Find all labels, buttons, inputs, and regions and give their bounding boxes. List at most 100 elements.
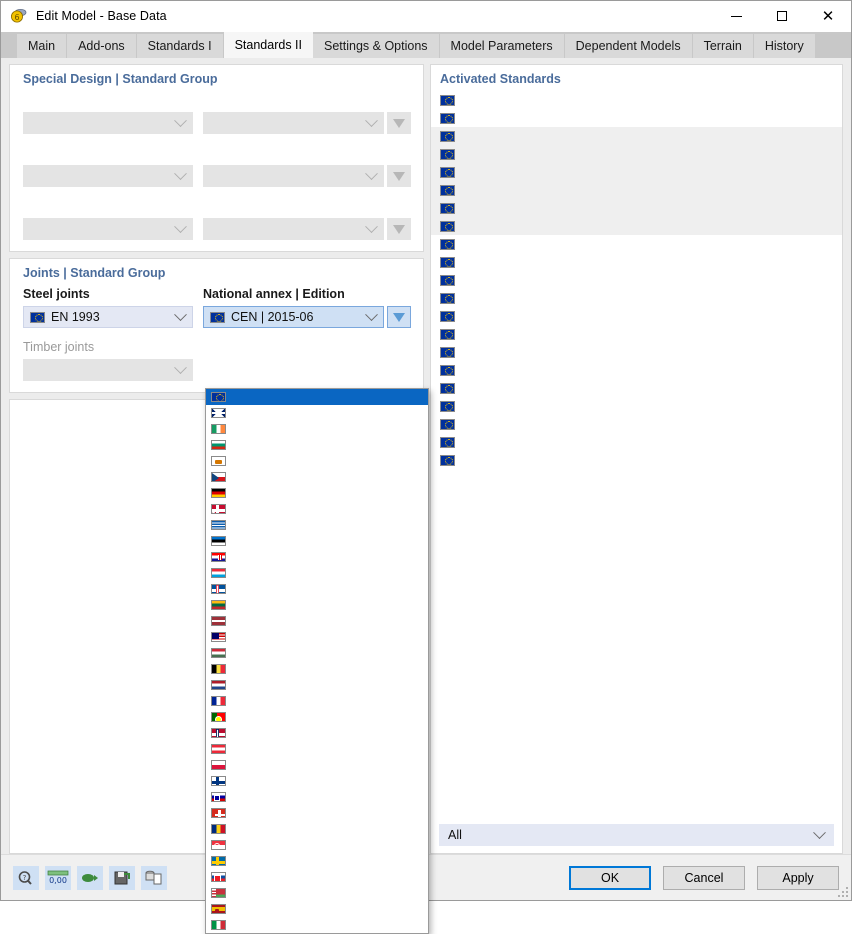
dropdown-item[interactable] — [206, 917, 428, 933]
units-icon[interactable]: 0,00 — [45, 865, 71, 890]
cancel-button[interactable]: Cancel — [663, 865, 745, 890]
special-design-edition-combo[interactable] — [203, 218, 384, 240]
dropdown-item[interactable] — [206, 421, 428, 437]
activated-standard-row[interactable] — [431, 325, 842, 343]
timber-joints-combo[interactable] — [23, 359, 193, 381]
activated-standard-row[interactable] — [431, 199, 842, 217]
dropdown-item[interactable] — [206, 885, 428, 901]
activated-standard-row[interactable] — [431, 361, 842, 379]
tab-terrain[interactable]: Terrain — [692, 34, 754, 58]
dropdown-item[interactable] — [206, 533, 428, 549]
national-annex-filter-button[interactable] — [387, 306, 411, 328]
standards-filter-combo[interactable]: All — [439, 824, 834, 846]
country-flag-icon — [211, 808, 226, 818]
dropdown-item[interactable] — [206, 597, 428, 613]
activated-standard-row[interactable] — [431, 127, 842, 145]
national-annex-combo[interactable]: CEN | 2015-06 — [203, 306, 384, 328]
dropdown-item[interactable] — [206, 821, 428, 837]
dropdown-item[interactable] — [206, 629, 428, 645]
import-icon[interactable] — [77, 865, 103, 890]
special-design-filter-button[interactable] — [387, 218, 411, 240]
dropdown-item[interactable] — [206, 501, 428, 517]
activated-standard-row[interactable] — [431, 343, 842, 361]
dropdown-item[interactable] — [206, 469, 428, 485]
special-design-filter-button[interactable] — [387, 112, 411, 134]
info-magnifier-icon[interactable]: ? — [13, 865, 39, 890]
dropdown-item[interactable] — [206, 517, 428, 533]
chevron-down-icon — [365, 219, 378, 233]
activated-standard-row[interactable] — [431, 289, 842, 307]
activated-standard-row[interactable] — [431, 91, 842, 109]
dropdown-item[interactable] — [206, 789, 428, 805]
activated-standard-row[interactable] — [431, 109, 842, 127]
activated-standard-row[interactable] — [431, 415, 842, 433]
activated-standard-row[interactable] — [431, 397, 842, 415]
dropdown-item[interactable] — [206, 773, 428, 789]
dropdown-item[interactable] — [206, 709, 428, 725]
special-design-edition-combo[interactable] — [203, 112, 384, 134]
tab-model-parameters[interactable]: Model Parameters — [439, 34, 565, 58]
dropdown-item[interactable] — [206, 837, 428, 853]
country-flag-icon — [211, 872, 226, 882]
dropdown-item[interactable] — [206, 853, 428, 869]
close-button[interactable]: ✕ — [805, 1, 851, 32]
national-annex-dropdown-list[interactable] — [205, 388, 429, 934]
special-design-combo[interactable] — [23, 165, 193, 187]
save-defaults-icon[interactable] — [109, 865, 135, 890]
activated-standard-row[interactable] — [431, 271, 842, 289]
tab-main[interactable]: Main — [17, 34, 68, 58]
tab-add-ons[interactable]: Add-ons — [67, 34, 137, 58]
tab-settings-options[interactable]: Settings & Options — [313, 34, 440, 58]
dropdown-item[interactable] — [206, 581, 428, 597]
activated-standard-row[interactable] — [431, 163, 842, 181]
dropdown-item[interactable] — [206, 725, 428, 741]
dropdown-item[interactable] — [206, 869, 428, 885]
dropdown-item[interactable] — [206, 389, 428, 405]
minimize-button[interactable] — [713, 1, 759, 32]
activated-standards-list[interactable] — [431, 91, 842, 818]
database-export-icon[interactable] — [141, 865, 167, 890]
special-design-edition-combo[interactable] — [203, 165, 384, 187]
dropdown-item[interactable] — [206, 645, 428, 661]
activated-standard-row[interactable] — [431, 451, 842, 469]
apply-button[interactable]: Apply — [757, 865, 839, 890]
svg-text:?: ? — [23, 874, 27, 882]
dropdown-item[interactable] — [206, 485, 428, 501]
dropdown-item[interactable] — [206, 565, 428, 581]
resize-grip[interactable] — [836, 885, 848, 897]
special-design-filter-button[interactable] — [387, 165, 411, 187]
tab-history[interactable]: History — [753, 34, 816, 58]
dropdown-item[interactable] — [206, 437, 428, 453]
activated-standard-row[interactable] — [431, 253, 842, 271]
steel-joints-combo[interactable]: EN 1993 — [23, 306, 193, 328]
tab-standards-ii[interactable]: Standards II — [223, 32, 313, 58]
dropdown-item[interactable] — [206, 901, 428, 917]
dropdown-item[interactable] — [206, 677, 428, 693]
filter-funnel-icon — [393, 171, 405, 181]
eu-flag-icon — [440, 274, 455, 286]
special-design-combo[interactable] — [23, 112, 193, 134]
dropdown-item[interactable] — [206, 693, 428, 709]
tab-dependent-models[interactable]: Dependent Models — [564, 34, 693, 58]
special-design-name-field — [23, 199, 193, 240]
activated-standard-row[interactable] — [431, 379, 842, 397]
tab-standards-i[interactable]: Standards I — [136, 34, 224, 58]
activated-standard-row[interactable] — [431, 145, 842, 163]
ok-button[interactable]: OK — [569, 865, 651, 890]
special-design-combo[interactable] — [23, 218, 193, 240]
dropdown-item[interactable] — [206, 757, 428, 773]
maximize-button[interactable] — [759, 1, 805, 32]
dropdown-item[interactable] — [206, 405, 428, 421]
activated-standard-row[interactable] — [431, 181, 842, 199]
dropdown-item[interactable] — [206, 661, 428, 677]
dropdown-item[interactable] — [206, 805, 428, 821]
dropdown-item[interactable] — [206, 453, 428, 469]
activated-standard-row[interactable] — [431, 433, 842, 451]
activated-standard-row[interactable] — [431, 217, 842, 235]
special-design-edition-field — [203, 93, 411, 134]
activated-standard-row[interactable] — [431, 235, 842, 253]
dropdown-item[interactable] — [206, 741, 428, 757]
dropdown-item[interactable] — [206, 549, 428, 565]
activated-standard-row[interactable] — [431, 307, 842, 325]
dropdown-item[interactable] — [206, 613, 428, 629]
